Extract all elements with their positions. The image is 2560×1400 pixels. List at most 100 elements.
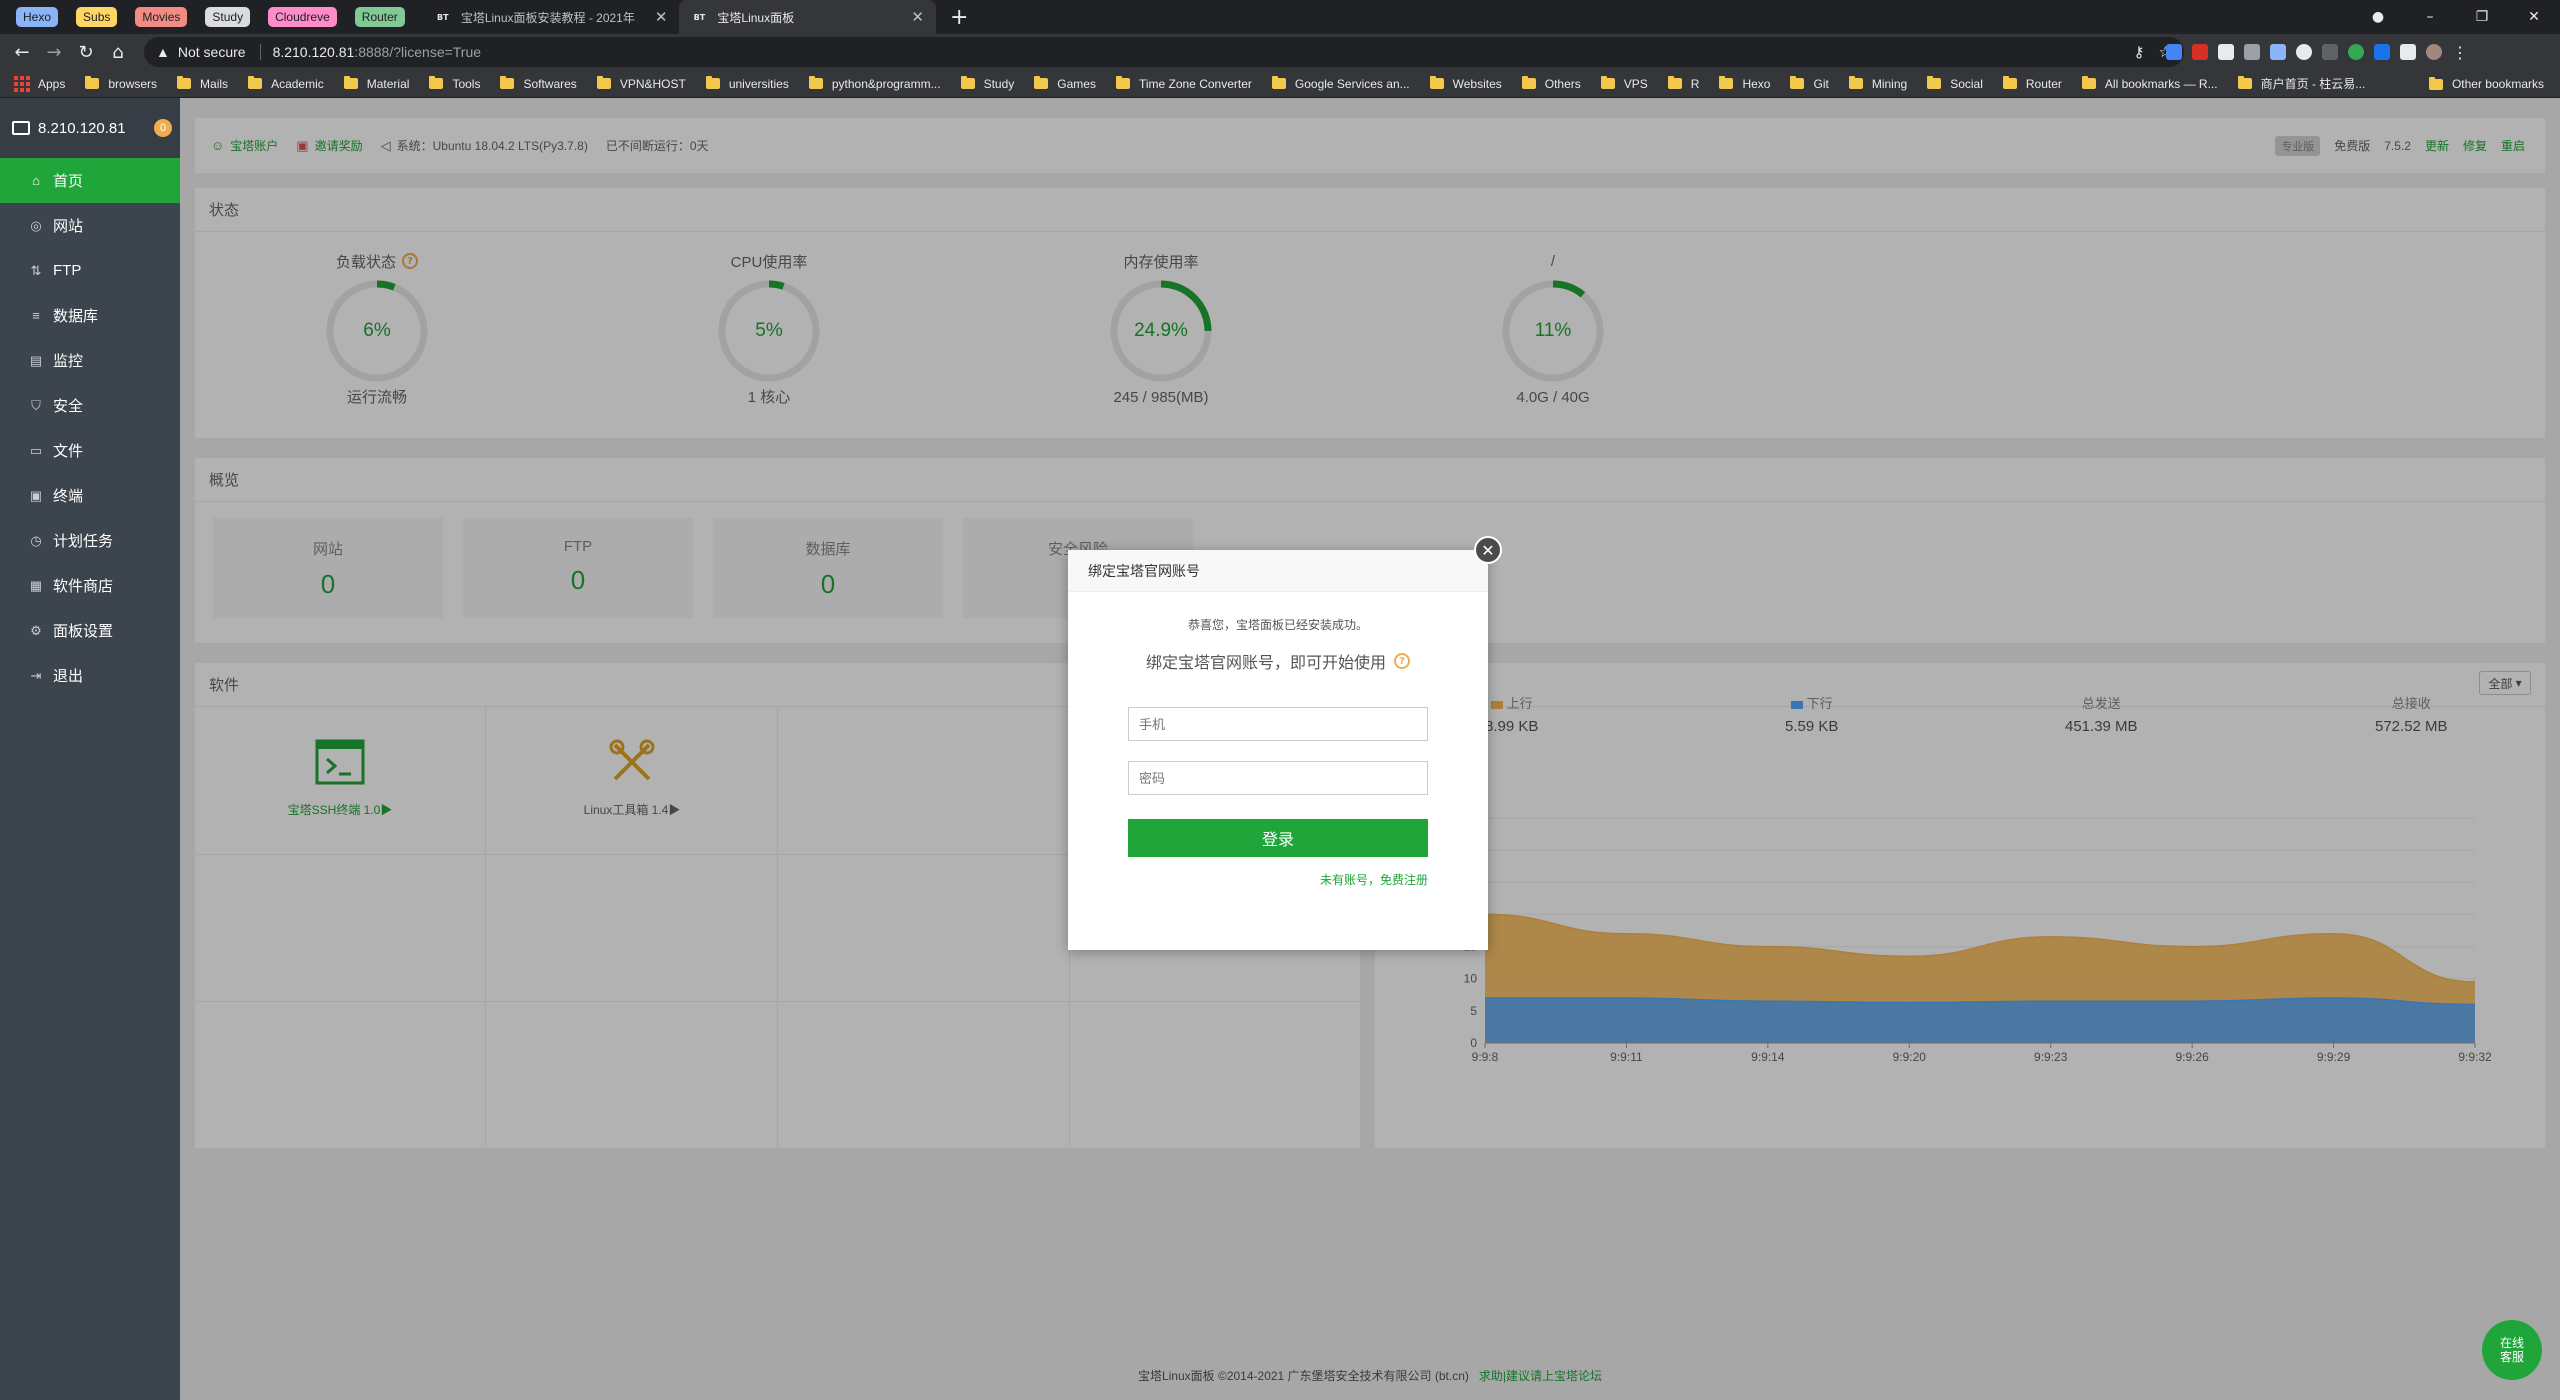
sidebar-item-9[interactable]: ▦ 软件商店 bbox=[0, 563, 180, 608]
translate-extension-icon[interactable] bbox=[2166, 44, 2182, 60]
divider bbox=[259, 44, 261, 60]
phone-input[interactable] bbox=[1128, 707, 1428, 741]
bookmark-item[interactable]: Academic bbox=[248, 75, 324, 92]
tab-group-cloudreve[interactable]: Cloudreve bbox=[268, 7, 337, 27]
address-bar[interactable]: ▲ Not secure 8.210.120.81 :8888/?license… bbox=[144, 37, 2184, 67]
extension-icon[interactable] bbox=[2322, 44, 2338, 60]
bookmark-item[interactable]: Google Services an... bbox=[1271, 75, 1410, 92]
sidebar-item-5[interactable]: ⛉ 安全 bbox=[0, 383, 180, 428]
bookmark-item[interactable]: Material bbox=[343, 75, 409, 92]
sidebar-item-label: 安全 bbox=[53, 398, 84, 415]
store-icon: ▦ bbox=[29, 577, 43, 593]
new-tab-button[interactable]: + bbox=[950, 5, 968, 30]
url-host: 8.210.120.81 bbox=[272, 44, 355, 60]
bookmark-item[interactable]: Study bbox=[960, 75, 1014, 92]
bind-prompt: 绑定宝塔官网账号，即可开始使用 ? bbox=[1068, 649, 1488, 673]
extension-icon[interactable] bbox=[2218, 44, 2234, 60]
key-icon[interactable]: ⚷ bbox=[2134, 43, 2145, 61]
extension-icon[interactable] bbox=[2374, 44, 2390, 60]
forward-button[interactable]: → bbox=[38, 36, 70, 68]
bookmark-item[interactable]: Others bbox=[1521, 75, 1581, 92]
sidebar-item-3[interactable]: ≡ 数据库 bbox=[0, 293, 180, 338]
folder-icon bbox=[248, 76, 263, 89]
window-controls: ● – ❐ ✕ bbox=[2352, 0, 2560, 34]
close-tab-icon[interactable]: ✕ bbox=[911, 8, 924, 26]
sidebar-item-1[interactable]: ◎ 网站 bbox=[0, 203, 180, 248]
sidebar-item-label: 网站 bbox=[53, 218, 84, 235]
bookmark-item[interactable]: Hexo bbox=[1719, 75, 1770, 92]
apps-shortcut[interactable]: Apps bbox=[14, 75, 65, 92]
folder-icon bbox=[1848, 76, 1863, 89]
online-support-button[interactable]: 在线 客服 bbox=[2482, 1320, 2542, 1380]
bookmark-item[interactable]: Tools bbox=[429, 75, 480, 92]
sidebar-item-8[interactable]: ◷ 计划任务 bbox=[0, 518, 180, 563]
sidebar-item-4[interactable]: ▤ 监控 bbox=[0, 338, 180, 383]
extension-icon[interactable] bbox=[2244, 44, 2260, 60]
home-button[interactable]: ⌂ bbox=[102, 36, 134, 68]
close-icon[interactable]: ✕ bbox=[1474, 536, 1502, 564]
tab-group-hexo[interactable]: Hexo bbox=[16, 7, 59, 27]
folder-icon bbox=[1927, 76, 1942, 89]
browser-tab[interactable]: BT 宝塔Linux面板安装教程 - 2021年 ✕ bbox=[423, 0, 680, 34]
bookmark-item[interactable]: Softwares bbox=[500, 75, 577, 92]
extension-icon[interactable] bbox=[2348, 44, 2364, 60]
globe-icon: ◎ bbox=[30, 217, 42, 233]
sidebar-item-2[interactable]: ⇅ FTP bbox=[0, 248, 180, 293]
extension-icon[interactable] bbox=[2270, 44, 2286, 60]
restore-button[interactable]: ❐ bbox=[2456, 9, 2508, 25]
security-label: Not secure bbox=[177, 44, 246, 60]
folder-icon bbox=[705, 76, 720, 89]
folder-icon bbox=[2237, 76, 2252, 89]
bookmark-item[interactable]: Mining bbox=[1848, 75, 1907, 92]
sidebar-item-10[interactable]: ⚙ 面板设置 bbox=[0, 608, 180, 653]
bookmark-item[interactable]: All bookmarks — R... bbox=[2081, 75, 2218, 92]
profile-icon[interactable]: ● bbox=[2352, 9, 2404, 25]
sidebar-item-7[interactable]: ▣ 终端 bbox=[0, 473, 180, 518]
bookmark-item[interactable]: R bbox=[1667, 75, 1699, 92]
message-badge[interactable]: 0 bbox=[154, 119, 172, 137]
avatar[interactable] bbox=[2426, 44, 2442, 60]
register-link[interactable]: 未有账号，免费注册 bbox=[1128, 871, 1428, 888]
bookmark-item[interactable]: VPN&HOST bbox=[596, 75, 686, 92]
tab-group-router[interactable]: Router bbox=[354, 7, 405, 27]
close-tab-icon[interactable]: ✕ bbox=[655, 8, 668, 26]
sidebar-item-11[interactable]: ⇥ 退出 bbox=[0, 653, 180, 698]
other-bookmarks[interactable]: Other bookmarks bbox=[2428, 70, 2544, 98]
bookmark-item[interactable]: python&programm... bbox=[808, 75, 941, 92]
browser-tab[interactable]: BT 宝塔Linux面板 ✕ bbox=[679, 0, 936, 34]
tab-group-subs[interactable]: Subs bbox=[76, 7, 118, 27]
bookmark-item[interactable]: Games bbox=[1034, 75, 1096, 92]
sidebar-item-6[interactable]: ▭ 文件 bbox=[0, 428, 180, 473]
bookmark-item[interactable]: 商户首页 - 柱云易... bbox=[2237, 75, 2365, 92]
adblock-extension-icon[interactable] bbox=[2192, 44, 2208, 60]
bookmark-item[interactable]: VPS bbox=[1600, 75, 1648, 92]
back-button[interactable]: ← bbox=[6, 36, 38, 68]
bookmark-item[interactable]: browsers bbox=[85, 75, 157, 92]
close-window-button[interactable]: ✕ bbox=[2508, 9, 2560, 25]
extensions-area: ⋮ bbox=[2166, 34, 2468, 70]
bookmark-item[interactable]: Router bbox=[2002, 75, 2062, 92]
reload-button[interactable]: ↻ bbox=[70, 36, 102, 68]
cloud-extension-icon[interactable] bbox=[2296, 44, 2312, 60]
shield-icon: ⛉ bbox=[31, 397, 41, 413]
login-button[interactable]: 登录 bbox=[1128, 819, 1428, 857]
browser-toolbar: ← → ↻ ⌂ ▲ Not secure 8.210.120.81 :8888/… bbox=[0, 34, 2560, 70]
bookmark-item[interactable]: Mails bbox=[177, 75, 228, 92]
password-input[interactable] bbox=[1128, 761, 1428, 795]
menu-icon[interactable]: ⋮ bbox=[2452, 43, 2468, 62]
sidebar-item-0[interactable]: ⌂ 首页 bbox=[0, 158, 180, 203]
puzzle-icon[interactable] bbox=[2400, 44, 2416, 60]
warning-icon: ▲ bbox=[156, 44, 170, 60]
folder-icon bbox=[1429, 76, 1444, 89]
bookmark-item[interactable]: universities bbox=[705, 75, 789, 92]
bind-account-dialog: 绑定宝塔官网账号 ✕ 恭喜您，宝塔面板已经安装成功。 绑定宝塔官网账号，即可开始… bbox=[1068, 536, 1502, 950]
tab-strip: BT 宝塔Linux面板安装教程 - 2021年 ✕ BT 宝塔Linux面板 ✕ bbox=[423, 0, 936, 34]
minimize-button[interactable]: – bbox=[2404, 9, 2456, 25]
bookmark-item[interactable]: Git bbox=[1790, 75, 1829, 92]
help-icon[interactable]: ? bbox=[1394, 653, 1410, 669]
bookmark-item[interactable]: Websites bbox=[1429, 75, 1502, 92]
tab-group-movies[interactable]: Movies bbox=[135, 7, 188, 27]
tab-group-study[interactable]: Study bbox=[205, 7, 251, 27]
bookmark-item[interactable]: Time Zone Converter bbox=[1115, 75, 1252, 92]
bookmark-item[interactable]: Social bbox=[1927, 75, 1983, 92]
